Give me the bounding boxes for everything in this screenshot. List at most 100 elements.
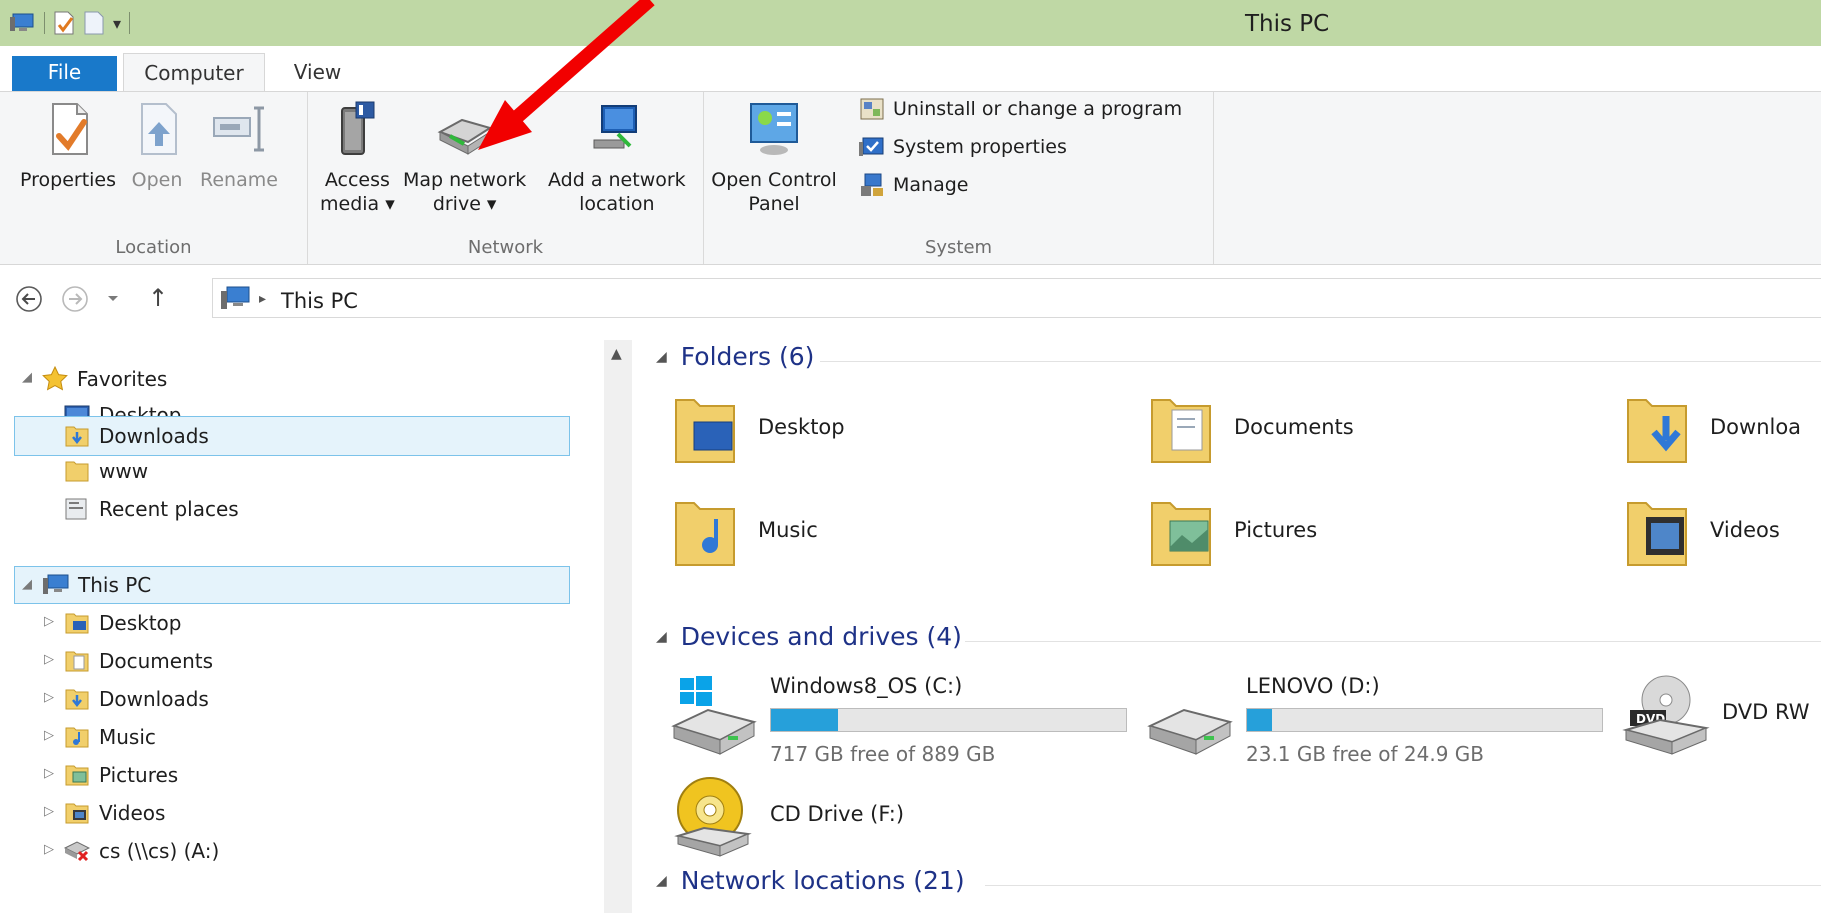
recent-locations-chevron-down-icon[interactable] [106, 294, 120, 304]
drive-c-name: Windows8_OS (C:) [770, 674, 963, 698]
expand-arrow-icon[interactable]: ▷ [44, 842, 54, 857]
collapse-arrow-icon: ◢ [656, 872, 667, 889]
folder-tile-videos-label: Videos [1710, 518, 1780, 542]
expand-arrow-icon[interactable]: ▷ [44, 804, 54, 819]
nav-pc-documents[interactable]: Documents [64, 642, 213, 680]
folder-tile-pictures[interactable]: Pictures [1146, 487, 1317, 573]
folder-tile-downloads[interactable]: Downloa [1622, 384, 1801, 470]
uninstall-program-button[interactable]: Uninstall or change a program [859, 96, 1182, 122]
folder-tile-downloads-label: Downloa [1710, 415, 1802, 439]
nav-this-pc[interactable]: This PC [14, 566, 570, 604]
tab-view[interactable]: View [270, 53, 365, 91]
tab-computer[interactable]: Computer [123, 53, 265, 91]
nav-pc-pictures-label: Pictures [99, 763, 179, 787]
nav-favorite-recent-places[interactable]: Recent places [64, 490, 239, 528]
network-drive-icon [437, 118, 493, 155]
new-folder-icon[interactable] [83, 11, 105, 35]
pictures-folder-icon [65, 765, 89, 786]
pictures-folder-icon [1151, 502, 1211, 566]
folders-section-header[interactable]: ◢ Folders (6) [656, 342, 814, 371]
nav-pc-downloads[interactable]: Downloads [64, 680, 209, 718]
folder-tile-music-label: Music [758, 518, 818, 542]
nav-favorite-www[interactable]: www [64, 452, 148, 490]
folder-tile-videos[interactable]: Videos [1622, 487, 1780, 573]
nav-pc-desktop[interactable]: Desktop [64, 604, 181, 642]
manage-button[interactable]: Manage [859, 172, 968, 198]
downloads-folder-icon [1627, 399, 1687, 463]
network-group: Access media ▾ Map network drive ▾ Add a… [308, 92, 704, 264]
this-pc-collapse-icon[interactable]: ◢ [22, 577, 32, 592]
devices-section-header[interactable]: ◢ Devices and drives (4) [656, 622, 962, 651]
navigation-pane-scrollbar[interactable]: ▲ [604, 340, 632, 913]
nav-pc-pictures[interactable]: Pictures [64, 756, 178, 794]
documents-folder-icon [1151, 399, 1211, 463]
nav-pc-network-drive-a[interactable]: cs (\\cs) (A:) [64, 832, 219, 870]
map-network-drive-button[interactable]: Map network drive ▾ [403, 100, 526, 216]
back-button-icon[interactable] [14, 284, 44, 314]
folder-tile-music[interactable]: Music [670, 487, 818, 573]
nav-favorite-recent-places-label: Recent places [99, 497, 239, 521]
rename-icon [212, 106, 264, 152]
system-group-label: System [924, 237, 993, 258]
system-properties-button[interactable]: System properties [859, 134, 1067, 160]
nav-pc-desktop-label: Desktop [99, 611, 182, 635]
section-divider [965, 641, 1821, 642]
nav-favorites[interactable]: Favorites [42, 360, 167, 398]
manage-label: Manage [893, 174, 969, 196]
network-locations-section-header[interactable]: ◢ Network locations (21) [656, 866, 965, 895]
breadcrumb-separator-icon[interactable]: ▸ [259, 291, 266, 307]
expand-arrow-icon[interactable]: ▷ [44, 614, 54, 629]
customize-down-icon[interactable]: ▾ [113, 14, 121, 33]
expand-arrow-icon[interactable]: ▷ [44, 652, 54, 667]
open-button[interactable]: Open [128, 100, 186, 192]
drive-c-usage-fill [771, 709, 839, 731]
forward-button-icon[interactable] [60, 284, 90, 314]
manage-icon [861, 173, 883, 196]
expand-arrow-icon[interactable]: ▷ [44, 728, 54, 743]
access-media-label-2: media ▾ [320, 193, 395, 215]
add-network-location-label-2: location [579, 193, 655, 215]
properties-icon[interactable] [53, 11, 75, 35]
address-field[interactable]: ▸ This PC [212, 278, 1821, 318]
ribbon-tabs: File Computer View [0, 46, 1821, 91]
favorites-collapse-icon[interactable]: ◢ [22, 370, 32, 385]
nav-pc-downloads-label: Downloads [99, 687, 209, 711]
expand-arrow-icon[interactable]: ▷ [44, 766, 54, 781]
scroll-up-arrow-icon[interactable]: ▲ [611, 346, 622, 362]
system-group: Open Control Panel Uninstall or change a… [704, 92, 1214, 264]
computer-icon [221, 286, 250, 309]
media-server-icon [341, 101, 375, 155]
rename-button[interactable]: Rename [200, 100, 278, 192]
nav-pc-music[interactable]: Music [64, 718, 156, 756]
up-arrow-icon[interactable]: ↑ [148, 284, 168, 312]
quick-access-toolbar: ▾ [10, 10, 131, 36]
qat-divider [129, 12, 131, 34]
folder-tile-documents[interactable]: Documents [1146, 384, 1354, 470]
location-group: Properties Open Rename Location [0, 92, 308, 264]
windows-drive-icon [671, 676, 757, 755]
open-control-panel-button[interactable]: Open Control Panel [704, 100, 844, 216]
network-location-icon [593, 105, 637, 149]
add-network-location-button[interactable]: Add a network location [548, 100, 686, 216]
computer-icon[interactable] [10, 12, 36, 34]
section-divider [985, 885, 1821, 886]
drive-d-usage-bar [1246, 708, 1603, 732]
expand-arrow-icon[interactable]: ▷ [44, 690, 54, 705]
nav-this-pc-label: This PC [78, 573, 152, 597]
address-bar: ↑ ▸ This PC [0, 276, 1821, 326]
open-label: Open [131, 169, 183, 191]
breadcrumb-this-pc[interactable]: This PC [281, 289, 358, 313]
tab-file[interactable]: File [12, 56, 117, 91]
uninstall-icon [860, 98, 884, 120]
drive-d-free-space: 23.1 GB free of 24.9 GB [1246, 742, 1484, 766]
nav-pc-videos[interactable]: Videos [64, 794, 165, 832]
nav-favorite-downloads[interactable]: Downloads [14, 416, 570, 456]
properties-icon [52, 103, 89, 155]
access-media-button[interactable]: Access media ▾ [320, 100, 395, 216]
folder-tile-desktop[interactable]: Desktop [670, 384, 845, 470]
nav-favorites-label: Favorites [77, 367, 168, 391]
map-network-drive-label-1: Map network [403, 169, 527, 191]
properties-button[interactable]: Properties [20, 100, 116, 192]
system-properties-label: System properties [893, 136, 1067, 158]
drive-d-usage-fill [1247, 709, 1272, 731]
